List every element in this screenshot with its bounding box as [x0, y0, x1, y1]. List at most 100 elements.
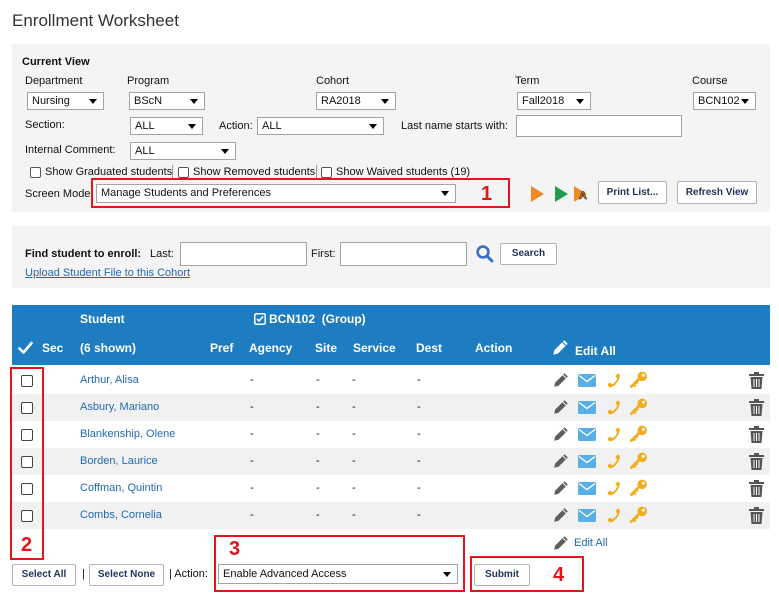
select-none-button[interactable]: Select None	[89, 564, 164, 586]
course-select[interactable]: BCN102	[693, 92, 756, 110]
pencil-icon[interactable]	[553, 535, 569, 551]
internal-comment-label: Internal Comment:	[25, 144, 116, 156]
sec-column-header: Sec	[42, 341, 64, 355]
agency-cell: -	[250, 401, 254, 413]
table-header: Student BCN102 (Group) Sec (6 shown) Pre…	[12, 305, 770, 365]
term-value: Fall2018	[522, 95, 565, 107]
group-checkbox-icon[interactable]	[254, 313, 266, 325]
term-select[interactable]: Fall2018	[517, 92, 591, 110]
envelope-icon[interactable]	[578, 509, 596, 522]
agency-column-header: Agency	[249, 341, 293, 355]
dest-cell: -	[417, 428, 421, 440]
student-name-link[interactable]: Arthur, Alisa	[80, 374, 139, 387]
key-icon[interactable]	[629, 398, 648, 415]
pencil-icon[interactable]	[553, 399, 569, 415]
department-select[interactable]: Nursing	[27, 92, 104, 110]
chevron-down-icon	[89, 99, 97, 104]
show-removed-checkbox[interactable]	[178, 167, 189, 178]
program-select[interactable]: BScN	[129, 92, 205, 110]
envelope-icon[interactable]	[578, 482, 596, 495]
trash-icon[interactable]	[749, 507, 764, 524]
annotation-number-3: 3	[229, 538, 241, 560]
student-name-link[interactable]: Asbury, Mariano	[80, 401, 159, 414]
action-filter-value: ALL	[262, 120, 282, 132]
key-icon[interactable]	[629, 506, 648, 523]
table-row: Combs, Cornelia - - - -	[12, 502, 770, 529]
section-select[interactable]: ALL	[130, 117, 203, 135]
agency-cell: -	[250, 482, 254, 494]
table-row: Coffman, Quintin - - - -	[12, 475, 770, 502]
trash-icon[interactable]	[749, 480, 764, 497]
show-graduated-checkbox[interactable]	[30, 167, 41, 178]
table-row: Blankenship, Olene - - - -	[12, 421, 770, 448]
select-all-check-icon[interactable]	[18, 341, 33, 355]
first-name-label: First:	[311, 248, 336, 260]
phone-icon[interactable]	[605, 480, 621, 497]
annotation-box-2	[10, 367, 44, 560]
section-value: ALL	[135, 120, 155, 132]
divider	[172, 165, 173, 179]
student-column-header[interactable]: Student	[80, 312, 125, 326]
edit-all-header-button[interactable]: Edit All	[575, 344, 616, 358]
upload-student-file-link[interactable]: Upload Student File to this Cohort	[25, 267, 190, 280]
site-column-header: Site	[315, 341, 338, 355]
bulk-action-select[interactable]: Enable Advanced Access	[218, 564, 458, 584]
phone-icon[interactable]	[605, 372, 621, 389]
group-column-header: BCN102 (Group)	[269, 312, 366, 326]
cohort-select[interactable]: RA2018	[316, 92, 396, 110]
course-value: BCN102	[698, 95, 740, 107]
play-green-icon[interactable]	[555, 186, 568, 202]
key-icon[interactable]	[629, 452, 648, 469]
trash-icon[interactable]	[749, 453, 764, 470]
phone-icon[interactable]	[605, 399, 621, 416]
pencil-icon[interactable]	[553, 372, 569, 388]
chevron-down-icon	[221, 149, 229, 154]
key-icon[interactable]	[629, 425, 648, 442]
pencil-icon[interactable]	[552, 339, 569, 356]
search-button[interactable]: Search	[500, 243, 557, 265]
phone-icon[interactable]	[605, 453, 621, 470]
annotation-number-1: 1	[481, 183, 493, 205]
cohort-label: Cohort	[316, 75, 350, 87]
pencil-icon[interactable]	[553, 480, 569, 496]
envelope-icon[interactable]	[578, 374, 596, 387]
first-name-input[interactable]	[340, 242, 467, 266]
trash-icon[interactable]	[749, 372, 764, 389]
program-label: Program	[127, 75, 170, 87]
submit-button[interactable]: Submit	[474, 564, 530, 586]
select-all-button[interactable]: Select All	[12, 564, 76, 586]
pencil-icon[interactable]	[553, 507, 569, 523]
envelope-icon[interactable]	[578, 455, 596, 468]
refresh-view-button[interactable]: Refresh View	[677, 181, 757, 204]
advanced-play-icon[interactable]: A	[574, 186, 591, 203]
last-name-filter-input[interactable]	[516, 115, 682, 137]
show-waived-checkbox[interactable]	[321, 167, 332, 178]
dest-cell: -	[417, 482, 421, 494]
print-list-button[interactable]: Print List...	[598, 181, 667, 204]
section-label: Section:	[25, 119, 65, 131]
edit-all-footer-link[interactable]: Edit All	[574, 537, 608, 550]
dest-cell: -	[417, 509, 421, 521]
site-cell: -	[316, 455, 320, 467]
student-name-link[interactable]: Blankenship, Olene	[80, 428, 175, 441]
chevron-down-icon	[369, 124, 377, 129]
trash-icon[interactable]	[749, 399, 764, 416]
phone-icon[interactable]	[605, 507, 621, 524]
last-name-input[interactable]	[180, 242, 307, 266]
student-name-link[interactable]: Combs, Cornelia	[80, 509, 162, 522]
key-icon[interactable]	[629, 479, 648, 496]
course-label: Course	[692, 75, 728, 87]
phone-icon[interactable]	[605, 426, 621, 443]
student-name-link[interactable]: Borden, Laurice	[80, 455, 158, 468]
trash-icon[interactable]	[749, 426, 764, 443]
pencil-icon[interactable]	[553, 453, 569, 469]
key-icon[interactable]	[629, 371, 648, 388]
search-icon[interactable]	[475, 244, 494, 263]
play-orange-icon[interactable]	[531, 186, 544, 202]
student-name-link[interactable]: Coffman, Quintin	[80, 482, 162, 495]
envelope-icon[interactable]	[578, 401, 596, 414]
action-filter-select[interactable]: ALL	[257, 117, 384, 135]
pencil-icon[interactable]	[553, 426, 569, 442]
envelope-icon[interactable]	[578, 428, 596, 441]
internal-comment-select[interactable]: ALL	[130, 142, 236, 160]
